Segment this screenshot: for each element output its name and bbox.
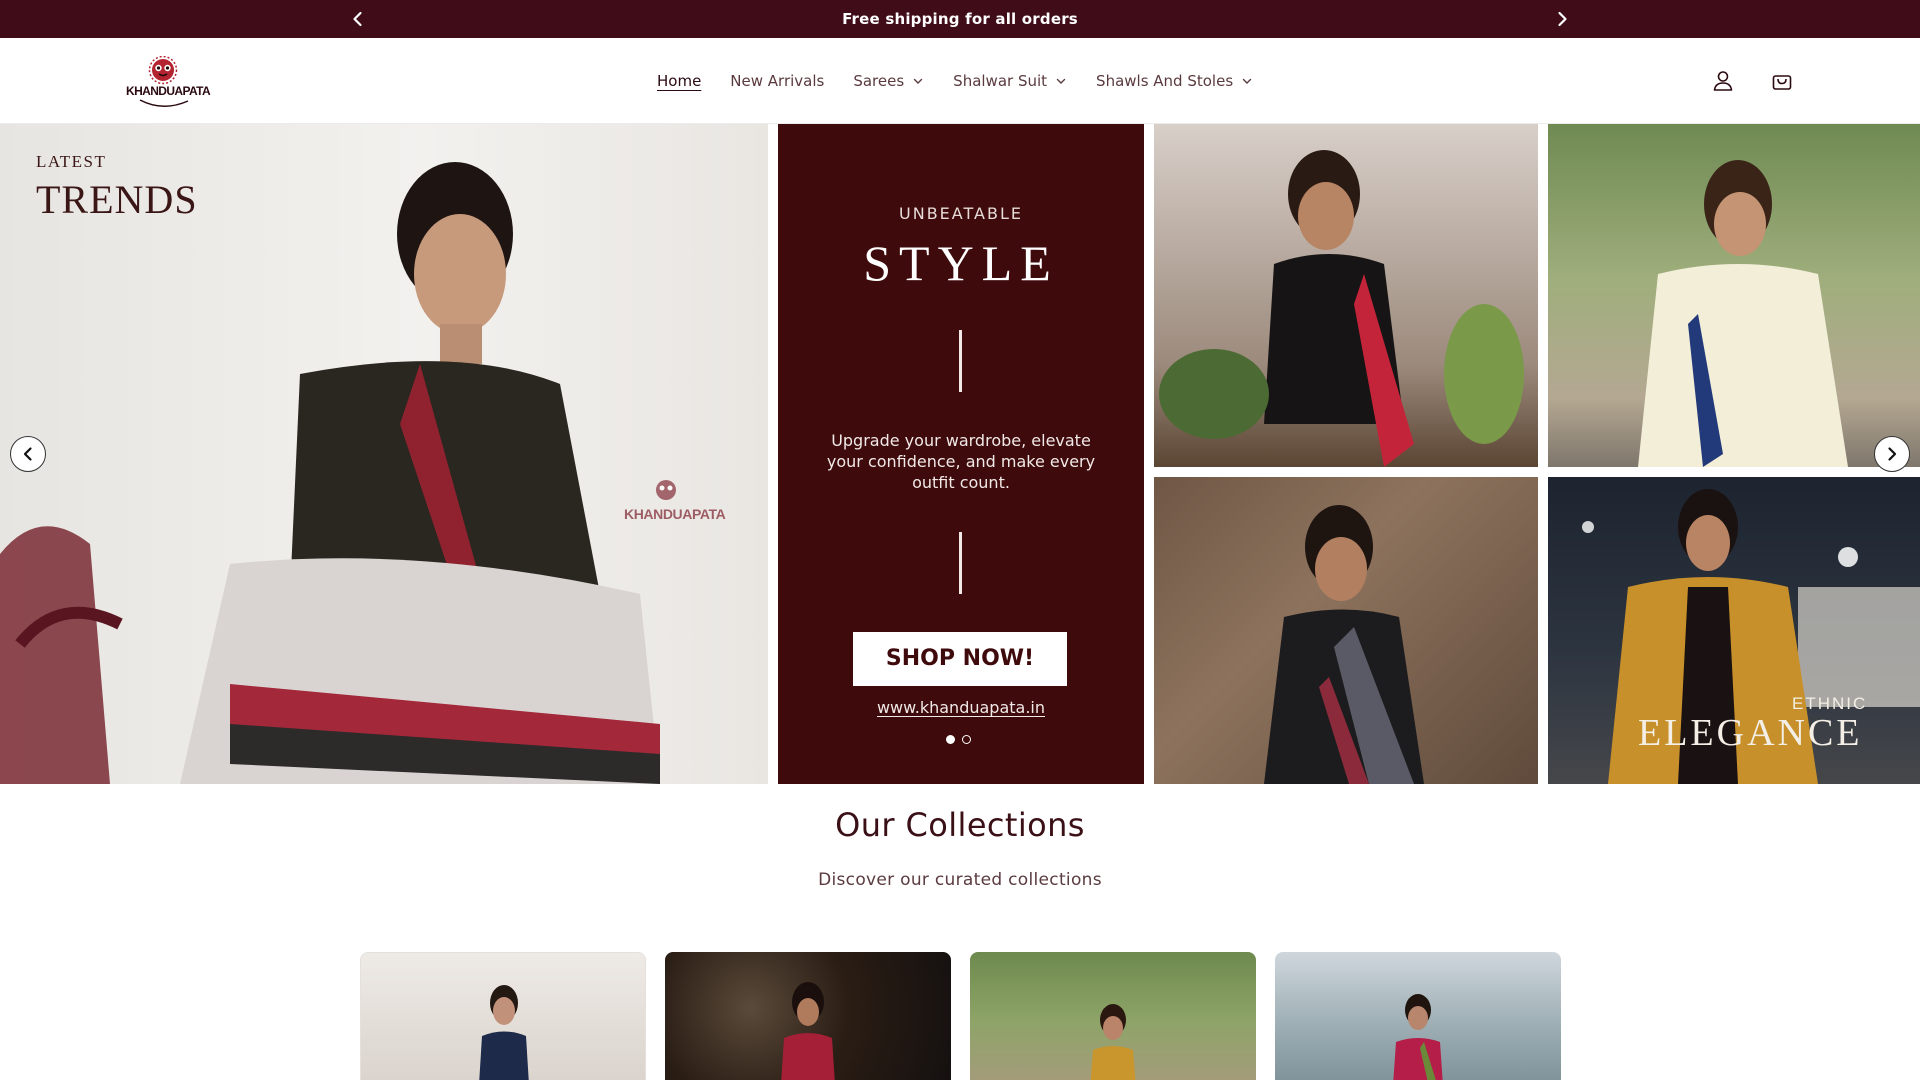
logo-swoosh-icon: [139, 99, 189, 107]
nav-item-label: Shawls And Stoles: [1096, 72, 1234, 90]
chevron-left-icon: [23, 447, 32, 461]
nav-item-shawls-and-stoles[interactable]: Shawls And Stoles: [1096, 72, 1253, 90]
account-button[interactable]: [1710, 68, 1736, 94]
hero-image-ethnic-elegance[interactable]: ETHNIC ELEGANCE: [1548, 477, 1920, 784]
chevron-down-icon: [1056, 78, 1066, 84]
logo-emblem-icon: [148, 56, 178, 85]
collection-image: [781, 982, 835, 1080]
model-cream-shawl-figure: [1638, 160, 1848, 467]
nav-item-shalwar-suit[interactable]: Shalwar Suit: [953, 72, 1067, 90]
collections-title: Our Collections: [835, 806, 1085, 844]
site-logo[interactable]: KHANDUAPATA: [126, 56, 211, 108]
chevron-right-icon: [1558, 11, 1567, 27]
collection-image: [1090, 1004, 1136, 1080]
hero-slideshow: LATEST TRENDS KHANDUAPATA UNBEATABLE STY…: [0, 124, 1920, 784]
nav-item-new-arrivals[interactable]: New Arrivals: [730, 72, 824, 90]
collection-card[interactable]: [1275, 952, 1561, 1080]
collection-card[interactable]: [665, 952, 951, 1080]
announcement-text: Free shipping for all orders: [842, 10, 1078, 28]
site-url-link[interactable]: www.khanduapata.in: [778, 698, 1144, 717]
collections-subtitle: Discover our curated collections: [818, 870, 1102, 890]
nav-item-sarees[interactable]: Sarees: [853, 72, 924, 90]
hero-kicker-latest: LATEST: [36, 152, 107, 171]
hero-promo-panel: UNBEATABLE STYLE Upgrade your wardrobe, …: [778, 124, 1144, 784]
hero-image-grey-saree[interactable]: [1154, 477, 1538, 784]
hero-heading-elegance: ELEGANCE: [1638, 712, 1863, 754]
divider-line: [959, 330, 962, 392]
nav-item-label: Shalwar Suit: [953, 72, 1048, 90]
hero-heading-style: STYLE: [863, 235, 1059, 291]
model-saree-figure: [0, 162, 660, 784]
account-icon: [1713, 71, 1733, 91]
hero-image-black-suit[interactable]: [1154, 124, 1538, 467]
hero-prev-button[interactable]: [10, 436, 46, 472]
hero-image-latest-trends[interactable]: LATEST TRENDS KHANDUAPATA: [0, 124, 768, 784]
slide-dots: [946, 735, 978, 744]
chevron-down-icon: [913, 78, 923, 84]
divider-line: [959, 532, 962, 594]
shop-now-button[interactable]: SHOP NOW!: [853, 632, 1067, 686]
collection-image: [479, 985, 529, 1080]
collection-card[interactable]: [360, 952, 646, 1080]
nav-item-label: New Arrivals: [730, 72, 825, 90]
slide-dot-2[interactable]: [962, 735, 971, 744]
collection-card[interactable]: [970, 952, 1256, 1080]
watermark-logo-icon: [656, 480, 676, 500]
hero-heading-trends: TRENDS: [36, 177, 198, 222]
cart-button[interactable]: [1769, 68, 1795, 94]
announcement-next-button[interactable]: [1552, 9, 1572, 29]
logo-text: KHANDUAPATA: [126, 84, 211, 98]
collection-image: [1393, 994, 1443, 1080]
cart-icon: [1772, 75, 1792, 90]
nav-item-label: Home: [657, 72, 702, 90]
hero-image-cream-shawl[interactable]: [1548, 124, 1920, 467]
hero-next-button[interactable]: [1874, 436, 1910, 472]
site-header: KHANDUAPATA Home New Arrivals Sarees Sha…: [0, 38, 1920, 124]
watermark-text: KHANDUAPATA: [624, 506, 726, 522]
hero-kicker-unbeatable: UNBEATABLE: [899, 204, 1023, 223]
model-black-suit-figure: [1159, 150, 1524, 467]
announcement-bar: Free shipping for all orders: [0, 0, 1920, 38]
slide-dot-1[interactable]: [946, 735, 955, 744]
nav-item-label: Sarees: [853, 72, 905, 90]
chevron-down-icon: [1242, 78, 1252, 84]
nav-item-home[interactable]: Home: [657, 72, 701, 90]
hero-tagline: Upgrade your wardrobe, elevate your conf…: [826, 431, 1096, 492]
chevron-right-icon: [1888, 447, 1897, 461]
main-nav: Home New Arrivals Sarees Shalwar Suit Sh…: [657, 38, 1282, 124]
model-grey-saree-figure: [1264, 505, 1424, 784]
